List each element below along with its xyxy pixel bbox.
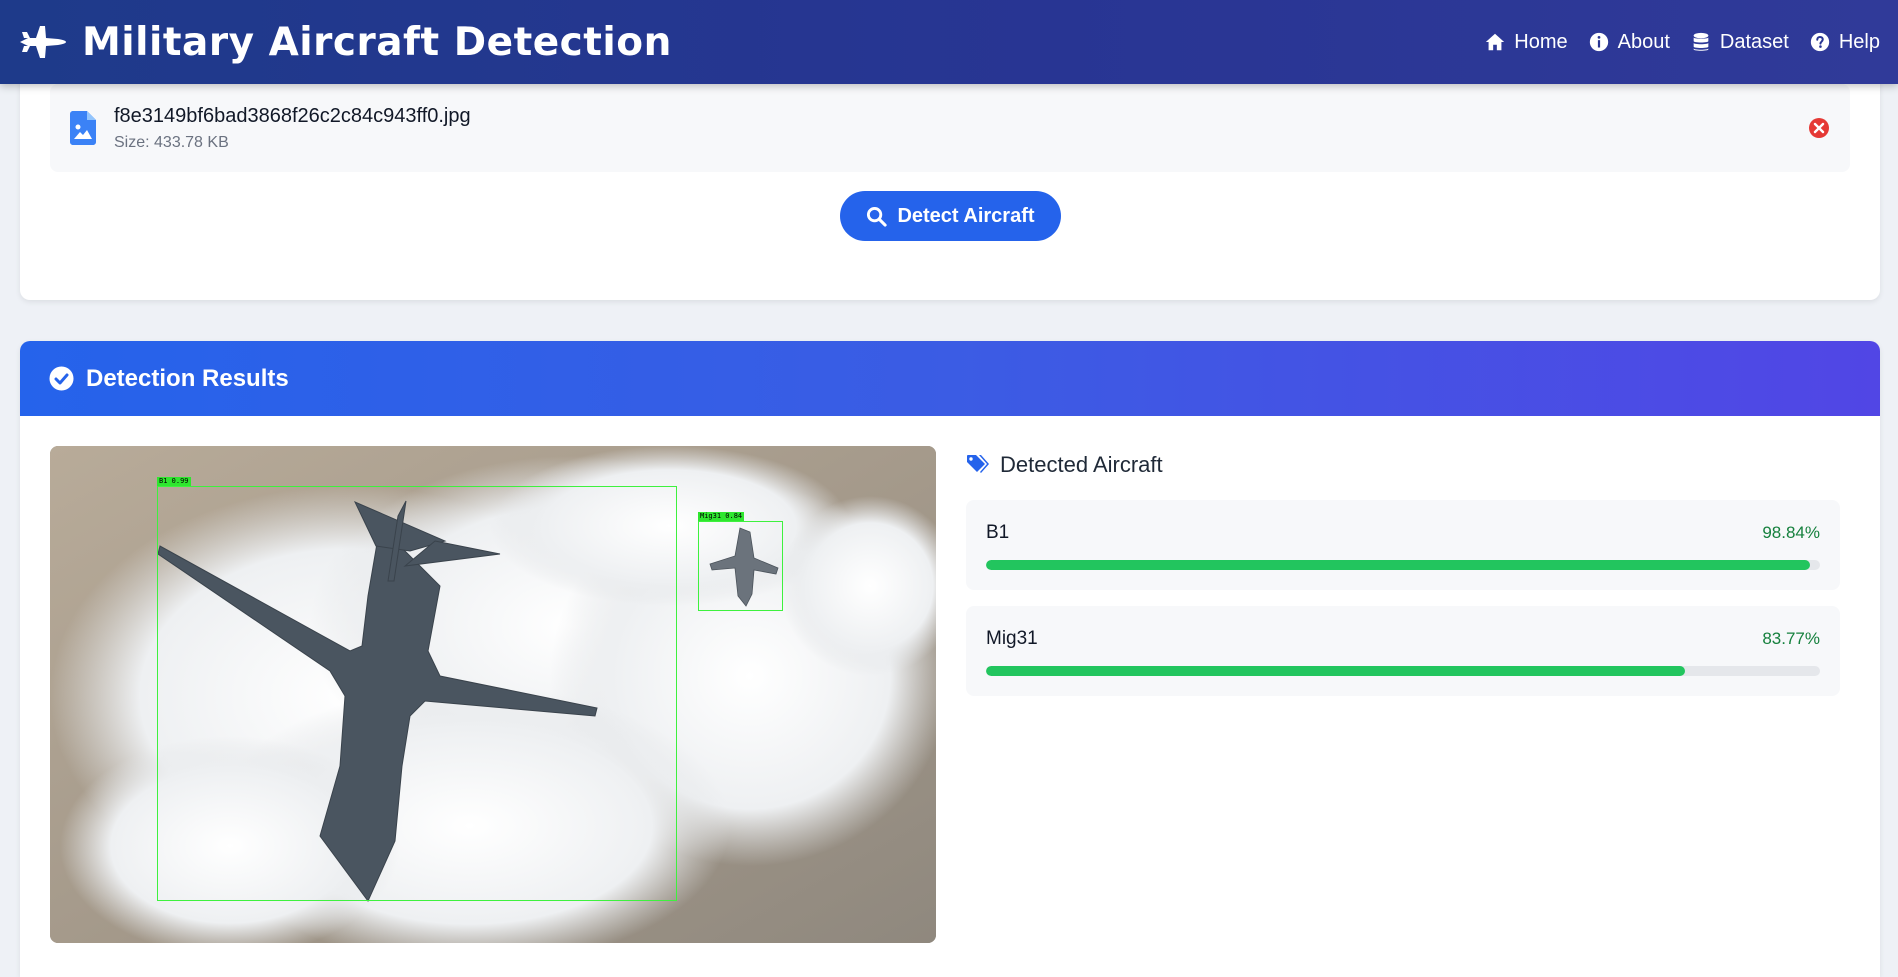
detection-confidence: 83.77% (1762, 629, 1820, 648)
help-icon (1810, 32, 1830, 52)
nav-about-label: About (1617, 30, 1670, 53)
detection-name: Mig31 (986, 628, 1038, 649)
detected-heading: Detected Aircraft (966, 446, 1840, 484)
results-title: Detection Results (86, 364, 289, 392)
confidence-bar (986, 666, 1820, 676)
nav-help[interactable]: Help (1809, 31, 1880, 54)
nav-links: Home About Dataset Help (1484, 31, 1880, 54)
nav-home-label: Home (1514, 30, 1568, 53)
nav-about[interactable]: About (1588, 31, 1670, 54)
detection-item: Mig31 83.77% (966, 606, 1840, 696)
nav-help-label: Help (1838, 30, 1880, 53)
bbox-label-mig31: Mig31 0.84 (698, 512, 745, 521)
detect-aircraft-label: Detect Aircraft (897, 204, 1035, 227)
bbox-label-b1: B1 0.99 (157, 477, 191, 486)
confidence-fill (986, 560, 1811, 570)
selected-file: f8e3149bf6bad3868f26c2c84c943ff0.jpg Siz… (50, 84, 1850, 172)
detection-row: B1 98.84% (986, 522, 1820, 544)
remove-file-icon[interactable] (1808, 117, 1830, 139)
app-title: Military Aircraft Detection (82, 19, 672, 65)
brand[interactable]: Military Aircraft Detection (18, 20, 672, 65)
file-meta: f8e3149bf6bad3868f26c2c84c943ff0.jpg Siz… (114, 105, 1808, 152)
tags-icon (967, 455, 989, 473)
fighter-jet-icon (18, 22, 68, 62)
detection-item: B1 98.84% (966, 500, 1840, 590)
detections-list: B1 98.84% Mig31 83.77% (966, 500, 1840, 696)
confidence-bar (986, 560, 1820, 570)
database-icon (1693, 32, 1709, 51)
nav-dataset[interactable]: Dataset (1690, 31, 1789, 54)
upload-card: f8e3149bf6bad3868f26c2c84c943ff0.jpg Siz… (20, 60, 1880, 300)
home-icon (1486, 33, 1505, 51)
results-card: Detection Results B1 0.99 Mig31 0.84 Det… (20, 341, 1880, 977)
detection-image[interactable]: B1 0.99 Mig31 0.84 (50, 446, 936, 943)
bbox-b1 (157, 486, 677, 901)
file-name: f8e3149bf6bad3868f26c2c84c943ff0.jpg (114, 104, 471, 127)
detected-aircraft-panel: Detected Aircraft B1 98.84% Mig31 83.77% (966, 446, 1840, 712)
file-image-icon (70, 111, 96, 145)
search-icon (867, 206, 888, 227)
results-header: Detection Results (20, 341, 1880, 416)
detected-title: Detected Aircraft (1000, 452, 1163, 477)
nav-home[interactable]: Home (1484, 30, 1568, 54)
check-circle-icon (49, 366, 74, 391)
nav-dataset-label: Dataset (1719, 30, 1789, 53)
bbox-mig31 (698, 521, 783, 611)
detection-name: B1 (986, 522, 1010, 543)
confidence-fill (986, 666, 1685, 676)
info-icon (1589, 32, 1608, 52)
top-navbar: Military Aircraft Detection Home About D… (0, 0, 1898, 84)
detect-aircraft-button[interactable]: Detect Aircraft (840, 191, 1061, 241)
detection-confidence: 98.84% (1762, 523, 1820, 542)
file-size: Size: 433.78 KB (114, 133, 229, 151)
detection-row: Mig31 83.77% (986, 628, 1820, 650)
